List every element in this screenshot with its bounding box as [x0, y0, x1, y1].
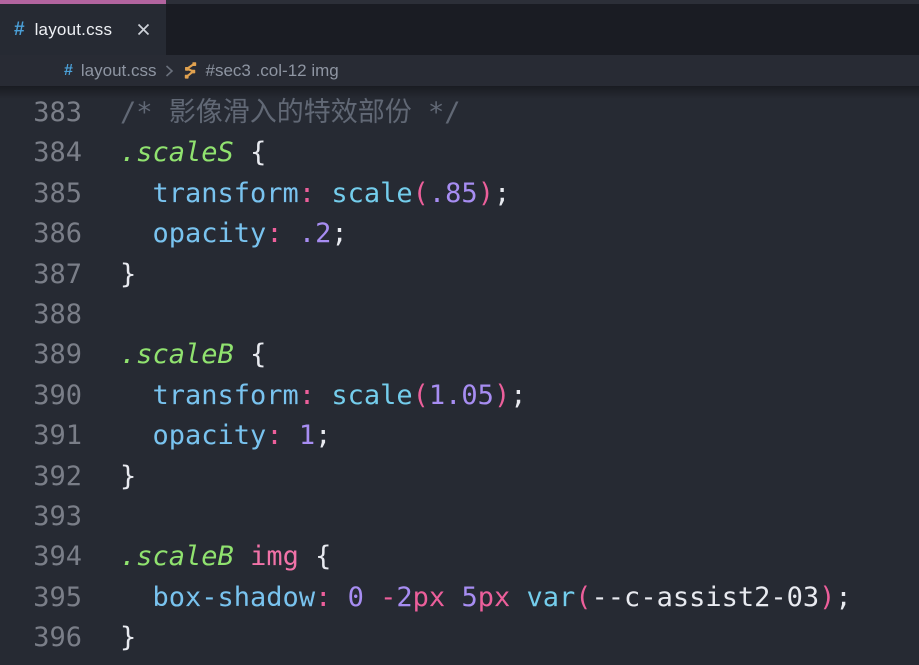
breadcrumb: # layout.css #sec3 .col-12 img — [0, 55, 919, 86]
line-number: 395 — [0, 578, 82, 618]
code-text: .scaleB img { — [120, 537, 919, 577]
code-text: opacity: 1; — [120, 416, 919, 456]
breadcrumb-symbol-path[interactable]: #sec3 .col-12 img — [206, 61, 339, 81]
css-rule-symbol-icon — [181, 61, 200, 80]
code-line[interactable]: 389 .scaleB { — [0, 335, 919, 375]
code-text: transform: scale(1.05); — [120, 376, 919, 416]
code-text: } — [120, 255, 919, 295]
code-line[interactable]: 393 — [0, 497, 919, 537]
code-line[interactable]: 386 opacity: .2; — [0, 214, 919, 254]
line-number: 389 — [0, 335, 82, 375]
tab-layout-css[interactable]: # layout.css — [0, 0, 166, 55]
code-text: .scaleS { — [120, 133, 919, 173]
line-number: 390 — [0, 376, 82, 416]
code-text — [120, 295, 919, 335]
code-text: box-shadow: 0 -2px 5px var(--c-assist2-0… — [120, 578, 919, 618]
code-line[interactable]: 395 box-shadow: 0 -2px 5px var(--c-assis… — [0, 578, 919, 618]
line-number: 386 — [0, 214, 82, 254]
line-number: 387 — [0, 255, 82, 295]
code-line[interactable]: 392} — [0, 457, 919, 497]
code-line[interactable]: 387} — [0, 255, 919, 295]
code-editor[interactable]: 383/* 影像滑入的特效部份 */384.scaleS {385 transf… — [0, 86, 919, 665]
line-number: 388 — [0, 295, 82, 335]
code-text: } — [120, 457, 919, 497]
line-number: 385 — [0, 174, 82, 214]
code-line[interactable]: 383 /* 影像滑入的特效部份 */ — [0, 93, 919, 133]
code-text: /* 影像滑入的特效部份 */ — [120, 93, 919, 133]
chevron-right-icon — [164, 64, 174, 78]
code-line[interactable]: 390 transform: scale(1.05); — [0, 376, 919, 416]
tab-label: layout.css — [35, 20, 132, 40]
line-number: 384 — [0, 133, 82, 173]
code-line[interactable]: 396} — [0, 618, 919, 658]
tab-bar: # layout.css — [0, 0, 919, 55]
code-lines: 383/* 影像滑入的特效部份 */384.scaleS {385 transf… — [0, 93, 919, 658]
css-file-icon: # — [64, 62, 73, 80]
line-number: 394 — [0, 537, 82, 577]
line-number: 393 — [0, 497, 82, 537]
code-line[interactable]: 391 opacity: 1; — [0, 416, 919, 456]
code-line[interactable]: 394 .scaleB img { — [0, 537, 919, 577]
code-line[interactable]: 384 .scaleS { — [0, 133, 919, 173]
line-number: 391 — [0, 416, 82, 456]
breadcrumb-file[interactable]: layout.css — [81, 61, 157, 81]
close-icon — [136, 22, 151, 37]
code-line[interactable]: 385 transform: scale(.85); — [0, 174, 919, 214]
code-text: transform: scale(.85); — [120, 174, 919, 214]
tab-close-button[interactable] — [132, 19, 154, 41]
code-text: .scaleB { — [120, 335, 919, 375]
code-text: opacity: .2; — [120, 214, 919, 254]
css-file-icon: # — [14, 19, 25, 41]
line-number: 383 — [0, 93, 82, 133]
code-text: } — [120, 618, 919, 658]
code-line[interactable]: 388 — [0, 295, 919, 335]
line-number: 392 — [0, 457, 82, 497]
line-number: 396 — [0, 618, 82, 658]
code-text — [120, 497, 919, 537]
